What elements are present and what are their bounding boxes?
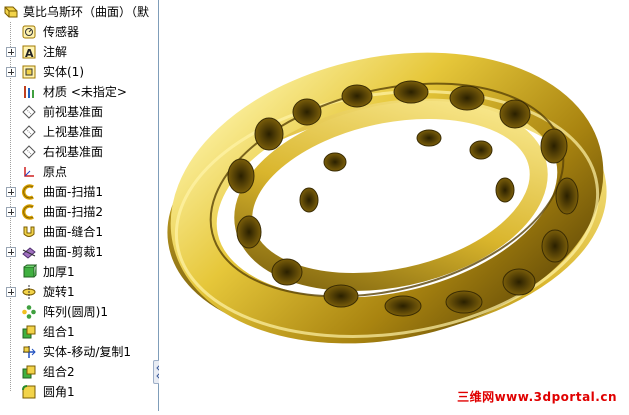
combine-icon — [21, 324, 37, 340]
origin-icon — [21, 164, 37, 180]
tree-item-label: 组合2 — [43, 365, 75, 379]
thicken-icon — [21, 264, 38, 280]
tree-item[interactable]: 曲面-扫描1 — [0, 182, 158, 202]
tree-item[interactable]: A 注解 — [0, 42, 158, 62]
combine-icon — [21, 364, 37, 380]
surface-sweep-icon — [21, 184, 37, 200]
tree-item[interactable]: 旋转1 — [0, 282, 158, 302]
tree-item-label: 前视基准面 — [43, 105, 104, 119]
material-icon — [21, 84, 37, 100]
surface-sweep-icon — [21, 204, 37, 220]
tree-item-label: 加厚1 — [43, 265, 75, 279]
tree-item[interactable]: 曲面-剪裁1 — [0, 242, 158, 262]
revolve-icon — [21, 284, 37, 300]
tree-item[interactable]: 曲面-扫描2 — [0, 202, 158, 222]
tree-item[interactable]: 圆角1 — [0, 382, 158, 402]
tree-item-label: 上视基准面 — [43, 125, 104, 139]
tree-root-label: 莫比乌斯环（曲面）（默 — [23, 5, 150, 19]
tree-item-label: 实体-移动/复制1 — [43, 345, 132, 359]
tree-item-label: 圆角1 — [43, 385, 75, 399]
tree-item-label: 曲面-扫描1 — [43, 185, 103, 199]
expand-toggle-icon[interactable] — [6, 247, 16, 257]
tree-item[interactable]: 传感器 — [0, 22, 158, 42]
tree-item[interactable]: 组合2 — [0, 362, 158, 382]
tree-item-label: 原点 — [43, 165, 68, 179]
tree-item-label: 材质 <未指定> — [43, 85, 127, 99]
tree-item[interactable]: 组合1 — [0, 322, 158, 342]
tree-item[interactable]: 前视基准面 — [0, 102, 158, 122]
expand-toggle-icon[interactable] — [6, 207, 16, 217]
tree-item[interactable]: 阵列(圆周)1 — [0, 302, 158, 322]
tree-item[interactable]: 实体(1) — [0, 62, 158, 82]
tree-item[interactable]: 材质 <未指定> — [0, 82, 158, 102]
plane-icon — [21, 104, 37, 120]
tree-item[interactable]: 加厚1 — [0, 262, 158, 282]
annotation-icon: A — [21, 44, 37, 60]
tree-item-label: 曲面-扫描2 — [43, 205, 103, 219]
tree-item[interactable]: 实体-移动/复制1 — [0, 342, 158, 362]
surface-trim-icon — [21, 244, 37, 260]
move-copy-body-icon — [21, 344, 37, 360]
tree-item-label: 阵列(圆周)1 — [43, 305, 108, 319]
surface-knit-icon — [21, 224, 37, 240]
circular-pattern-icon — [21, 304, 37, 320]
sensor-icon — [21, 24, 37, 40]
expand-toggle-icon[interactable] — [6, 187, 16, 197]
watermark-text: 三维网www.3dportal.cn — [457, 390, 617, 404]
tree-item-label: 注解 — [43, 45, 68, 59]
tree-item-label: 曲面-缝合1 — [43, 225, 103, 239]
plane-icon — [21, 144, 37, 160]
tree-item-label: 旋转1 — [43, 285, 75, 299]
svg-text:A: A — [25, 47, 34, 60]
mobius-ring-model[interactable] — [159, 0, 629, 411]
solid-bodies-icon — [21, 64, 37, 80]
expand-toggle-icon[interactable] — [6, 67, 16, 77]
tree-item-label: 右视基准面 — [43, 145, 104, 159]
fillet-icon — [21, 384, 37, 400]
part-icon — [3, 4, 19, 20]
tree-item[interactable]: 曲面-缝合1 — [0, 222, 158, 242]
tree-item[interactable]: 右视基准面 — [0, 142, 158, 162]
tree-item-label: 组合1 — [43, 325, 75, 339]
tree-item[interactable]: 原点 — [0, 162, 158, 182]
tree-item-label: 曲面-剪裁1 — [43, 245, 103, 259]
feature-manager-tree: 莫比乌斯环（曲面）（默传感器 A 注解实体(1) 材质 <未指定> 前视基准面上视基准面… — [0, 0, 158, 411]
tree-root-item[interactable]: 莫比乌斯环（曲面）（默 — [0, 2, 158, 22]
graphics-area[interactable]: 三维网www.3dportal.cn — [159, 0, 629, 411]
tree-item-label: 传感器 — [43, 25, 80, 39]
plane-icon — [21, 124, 37, 140]
expand-toggle-icon[interactable] — [6, 287, 16, 297]
tree-item-label: 实体(1) — [43, 65, 84, 79]
expand-toggle-icon[interactable] — [6, 47, 16, 57]
tree-item[interactable]: 上视基准面 — [0, 122, 158, 142]
